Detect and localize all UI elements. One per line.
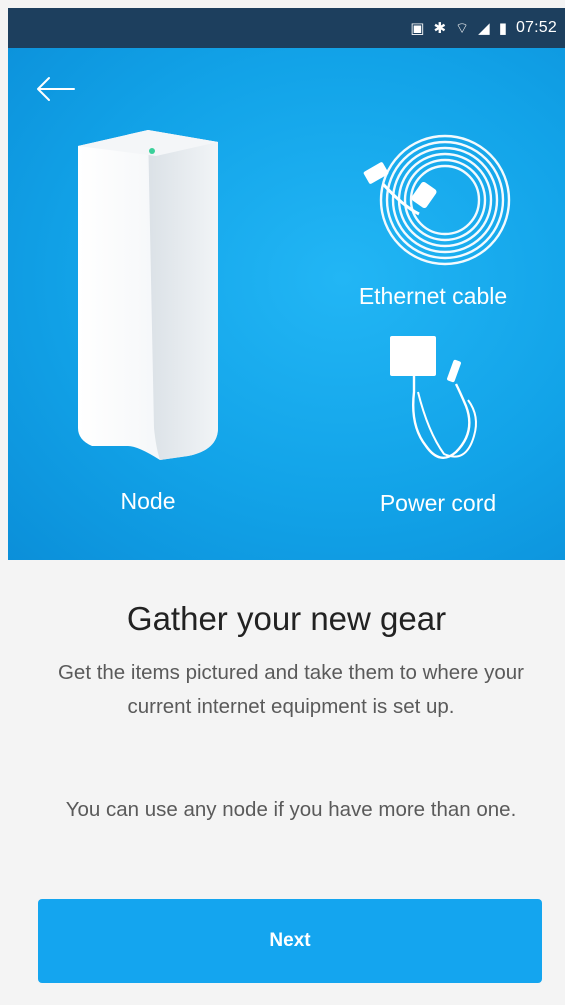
notification-icon: ▣ (410, 19, 425, 37)
status-icons: ▣ ✱ ⌔ ◢ ▮ 07:52 (410, 20, 557, 36)
battery-icon: ▮ (498, 19, 507, 37)
secondary-description-text: You can use any node if you have more th… (65, 798, 517, 821)
back-button[interactable] (36, 74, 78, 104)
wifi-icon: ⌔ (455, 19, 470, 37)
signal-icon: ◢ (478, 19, 490, 37)
main-content: Gather your new gear Get the items pictu… (8, 560, 565, 1005)
page-title: Gather your new gear (126, 600, 447, 637)
status-time: 07:52 (515, 19, 557, 36)
power-cord-label: Power cord (379, 490, 497, 516)
hero-illustration: Node Ethernet cable Power cord (8, 48, 565, 560)
bluetooth-icon: ✱ (433, 19, 447, 37)
power-cord-image (390, 336, 477, 459)
node-label: Node (120, 488, 176, 514)
ethernet-cable-label: Ethernet cable (358, 283, 508, 309)
arrow-left-icon (37, 77, 75, 101)
description-text: Get the items pictured and take them to … (57, 661, 525, 718)
node-image (78, 130, 218, 460)
next-button[interactable]: Next (38, 899, 542, 983)
status-bar: ▣ ✱ ⌔ ◢ ▮ 07:52 (8, 8, 565, 48)
ethernet-cable-image (363, 134, 511, 266)
